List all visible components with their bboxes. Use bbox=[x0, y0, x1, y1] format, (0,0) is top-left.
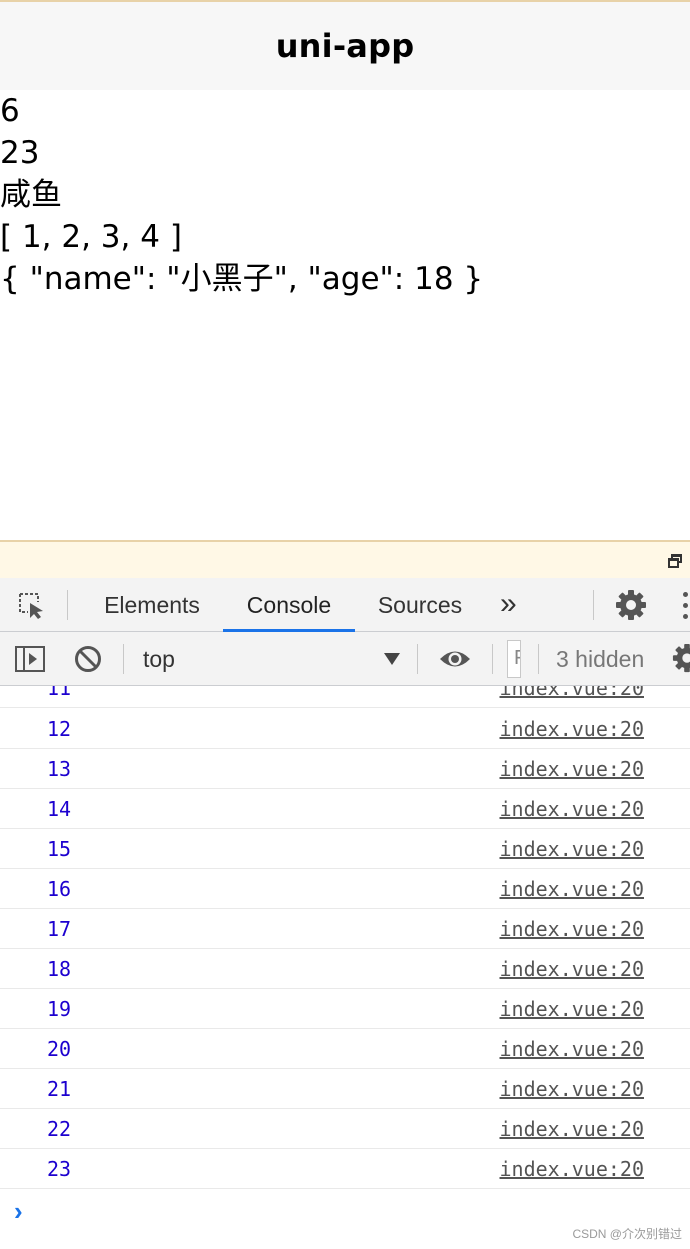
console-row: 16 index.vue:20 bbox=[0, 869, 690, 909]
log-message: 13 bbox=[47, 757, 72, 781]
tabbar-separator bbox=[593, 590, 594, 620]
hidden-messages-count[interactable]: 3 hidden bbox=[556, 632, 644, 686]
log-message: 20 bbox=[47, 1037, 72, 1061]
log-message: 21 bbox=[47, 1077, 72, 1101]
console-toolbar: top F 3 hidden bbox=[0, 632, 690, 686]
log-source-link[interactable]: index.vue:20 bbox=[500, 869, 645, 909]
content-line-object: { "name": "小黑子", "age": 18 } bbox=[0, 261, 484, 297]
inspect-element-icon[interactable] bbox=[16, 590, 46, 620]
filter-placeholder: F bbox=[514, 647, 520, 670]
toolbar-separator bbox=[538, 644, 539, 674]
console-settings-gear-icon[interactable] bbox=[672, 643, 690, 673]
console-row: 11 index.vue:20 bbox=[0, 686, 690, 708]
tab-sources[interactable]: Sources bbox=[366, 578, 474, 632]
tab-console[interactable]: Console bbox=[223, 578, 355, 632]
log-source-link[interactable]: index.vue:20 bbox=[500, 1109, 645, 1149]
console-row: 22 index.vue:20 bbox=[0, 1109, 690, 1149]
log-message: 18 bbox=[47, 957, 72, 981]
clear-console-icon[interactable] bbox=[74, 645, 102, 673]
page-title: uni-app bbox=[275, 27, 415, 65]
log-source-link[interactable]: index.vue:20 bbox=[500, 949, 645, 989]
undock-icon[interactable] bbox=[668, 554, 682, 568]
console-row: 21 index.vue:20 bbox=[0, 1069, 690, 1109]
content-line-array: [ 1, 2, 3, 4 ] bbox=[0, 219, 182, 255]
console-row: 12 index.vue:20 bbox=[0, 709, 690, 749]
watermark: CSDN @介次别错过 bbox=[572, 1227, 682, 1241]
devtools-dock-divider[interactable] bbox=[0, 540, 690, 578]
more-options-icon[interactable] bbox=[683, 592, 690, 620]
log-message: 14 bbox=[47, 797, 72, 821]
log-message: 17 bbox=[47, 917, 72, 941]
toolbar-separator bbox=[492, 644, 493, 674]
console-row: 13 index.vue:20 bbox=[0, 749, 690, 789]
content-line-string: 咸鱼 bbox=[0, 177, 62, 213]
log-message: 11 bbox=[47, 686, 72, 700]
log-source-link[interactable]: index.vue:20 bbox=[500, 989, 645, 1029]
console-row: 14 index.vue:20 bbox=[0, 789, 690, 829]
console-row: 20 index.vue:20 bbox=[0, 1029, 690, 1069]
content-line-number-2: 23 bbox=[0, 135, 40, 171]
navigation-bar: uni-app bbox=[0, 2, 690, 90]
log-source-link[interactable]: index.vue:20 bbox=[500, 1149, 645, 1189]
toolbar-separator bbox=[417, 644, 418, 674]
log-source-link[interactable]: index.vue:20 bbox=[500, 829, 645, 869]
log-message: 19 bbox=[47, 997, 72, 1021]
console-row: 23 index.vue:20 bbox=[0, 1149, 690, 1189]
console-filter-input[interactable]: F bbox=[507, 640, 521, 678]
log-source-link[interactable]: index.vue:20 bbox=[500, 749, 645, 789]
settings-gear-icon[interactable] bbox=[615, 589, 647, 621]
log-source-link[interactable]: index.vue:20 bbox=[500, 1069, 645, 1109]
context-selector[interactable]: top bbox=[143, 632, 175, 686]
log-message: 12 bbox=[47, 717, 72, 741]
console-row: 18 index.vue:20 bbox=[0, 949, 690, 989]
console-row: 15 index.vue:20 bbox=[0, 829, 690, 869]
show-sidebar-icon[interactable] bbox=[15, 646, 45, 672]
tab-elements[interactable]: Elements bbox=[92, 578, 212, 632]
context-dropdown-caret-icon[interactable] bbox=[384, 653, 400, 665]
log-message: 15 bbox=[47, 837, 72, 861]
log-source-link[interactable]: index.vue:20 bbox=[500, 686, 645, 708]
live-expression-eye-icon[interactable] bbox=[438, 646, 472, 672]
console-row: 17 index.vue:20 bbox=[0, 909, 690, 949]
console-output[interactable]: 11 index.vue:20 12 index.vue:20 13 index… bbox=[0, 686, 690, 1249]
page-content: 6 23 咸鱼 [ 1, 2, 3, 4 ] { "name": "小黑子", … bbox=[0, 90, 690, 540]
log-source-link[interactable]: index.vue:20 bbox=[500, 709, 645, 749]
content-line-number: 6 bbox=[0, 93, 20, 129]
log-message: 16 bbox=[47, 877, 72, 901]
tabbar-separator bbox=[67, 590, 68, 620]
log-source-link[interactable]: index.vue:20 bbox=[500, 909, 645, 949]
console-row: 19 index.vue:20 bbox=[0, 989, 690, 1029]
more-tabs-chevron-icon[interactable]: » bbox=[500, 586, 517, 622]
toolbar-separator bbox=[123, 644, 124, 674]
log-message: 23 bbox=[47, 1157, 72, 1181]
log-message: 22 bbox=[47, 1117, 72, 1141]
console-prompt-chevron-icon[interactable]: › bbox=[14, 1196, 23, 1227]
devtools-tabbar: Elements Console Sources » bbox=[0, 578, 690, 632]
log-source-link[interactable]: index.vue:20 bbox=[500, 789, 645, 829]
log-source-link[interactable]: index.vue:20 bbox=[500, 1029, 645, 1069]
